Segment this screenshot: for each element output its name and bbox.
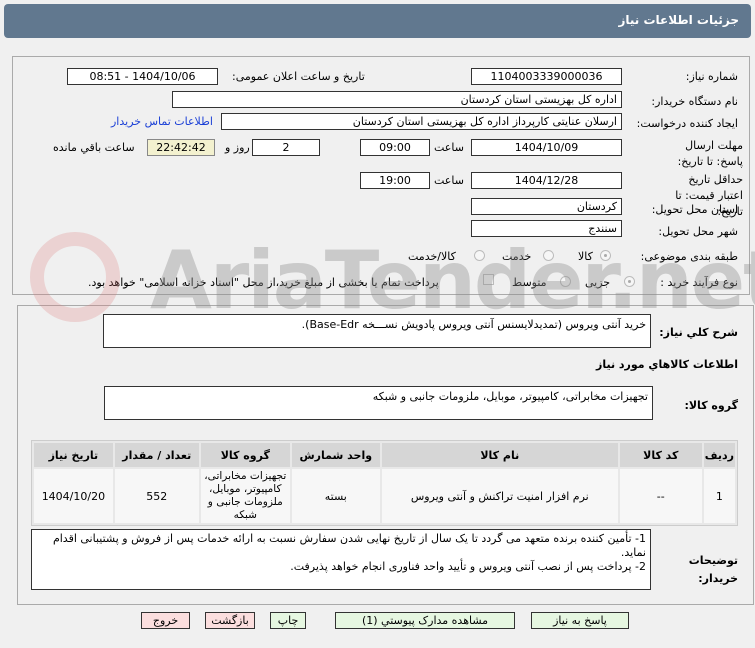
col-row: ردیف [703, 443, 735, 467]
creator-label: ایجاد کننده درخواست: [636, 117, 738, 130]
deadline-label: مهلت ارسال پاسخ: تا تاریخ: [677, 139, 743, 168]
cell-row: 1 [703, 469, 735, 523]
exit-button[interactable]: خروج [141, 612, 190, 629]
deadline-time-field[interactable]: 09:00 [360, 139, 430, 156]
col-group: گروه کالا [200, 443, 290, 467]
treasury-payment-checkbox[interactable] [483, 274, 494, 285]
note-2: 2- پرداخت پس از نصب آنتی ویروس و تأیید و… [290, 560, 646, 573]
province-field[interactable]: کردستان [471, 198, 622, 215]
process-radio-medium[interactable] [560, 276, 571, 287]
process-radio-minor[interactable] [624, 276, 635, 287]
group-label: گروه کالا: [684, 399, 738, 412]
creator-field[interactable]: ارسلان عنایتی کارپرداز اداره کل بهزیستی … [221, 113, 622, 130]
cell-date: 1404/10/20 [34, 469, 113, 523]
process-option-medium: متوسط [512, 276, 547, 289]
col-date: تاریخ نیاز [34, 443, 113, 467]
validity-date-field[interactable]: 1404/12/28 [471, 172, 622, 189]
col-qty: تعداد / مقدار [114, 443, 199, 467]
category-option-both: کالا/خدمت [408, 250, 456, 263]
days-remaining-field: 2 [252, 139, 320, 156]
view-attachments-button[interactable]: مشاهده مدارک پیوستي (1) [335, 612, 515, 629]
cell-qty: 552 [114, 469, 199, 523]
col-name: نام کالا [381, 443, 618, 467]
remaining-label: ساعت باقي مانده [53, 141, 135, 154]
category-label: طبقه بندی موضوعی: [640, 250, 738, 263]
col-unit: واحد شمارش [291, 443, 380, 467]
buyer-field[interactable]: اداره کل بهزیستی استان کردستان [172, 91, 622, 108]
category-radio-service[interactable] [543, 250, 554, 261]
back-button[interactable]: بازگشت [205, 612, 255, 629]
category-radio-goods[interactable] [600, 250, 611, 261]
category-radio-both[interactable] [474, 250, 485, 261]
page-header: جزئیات اطلاعات نیاز [4, 4, 751, 38]
goods-section-title: اطلاعات کالاهاي مورد نیاز [596, 358, 738, 371]
process-label: نوع فرآیند خرید : [660, 276, 738, 289]
table-row: 1 -- نرم افزار امنیت تراکنش و آنتی ویروس… [34, 469, 735, 523]
cell-code: -- [619, 469, 702, 523]
remaining-time-field: 22:42:42 [147, 139, 215, 156]
reply-button[interactable]: پاسخ به نیاز [531, 612, 629, 629]
city-field[interactable]: سنندج [471, 220, 622, 237]
validity-time-field[interactable]: 19:00 [360, 172, 430, 189]
validity-time-label: ساعت [434, 174, 464, 187]
goods-table-wrap: ردیف کد کالا نام کالا واحد شمارش گروه کا… [31, 440, 738, 526]
page-title: جزئیات اطلاعات نیاز [618, 13, 739, 27]
need-number-label: شماره نیاز: [685, 70, 738, 83]
category-option-service: خدمت [502, 250, 532, 263]
announce-field[interactable]: 1404/10/06 - 08:51 [67, 68, 218, 85]
col-code: کد کالا [619, 443, 702, 467]
province-label: استان محل تحویل: [651, 203, 738, 216]
category-option-goods: کالا [578, 250, 593, 263]
payment-note: پرداخت تمام یا بخشی از مبلغ خرید،از محل … [88, 276, 439, 289]
description-label: شرح کلي نیاز: [659, 326, 738, 339]
process-option-minor: جزیی [585, 276, 611, 289]
goods-table: ردیف کد کالا نام کالا واحد شمارش گروه کا… [31, 440, 738, 526]
cell-group: تجهیزات مخابراتی، کامپیوتر، موبایل، ملزو… [200, 469, 290, 523]
note-1: 1- تأمین کننده برنده متعهد می گردد تا یک… [52, 532, 646, 559]
notes-label: توضیحات خریدار: [688, 554, 738, 585]
deadline-date-field[interactable]: 1404/10/09 [471, 139, 622, 156]
deadline-time-label: ساعت [434, 141, 464, 154]
days-label: روز و [225, 141, 250, 154]
need-number-field[interactable]: 1104003339000036 [471, 68, 622, 85]
cell-unit: بسته [291, 469, 380, 523]
group-textarea[interactable]: تجهیزات مخابراتی، کامپیوتر، موبایل، ملزو… [104, 386, 653, 420]
table-header-row: ردیف کد کالا نام کالا واحد شمارش گروه کا… [34, 443, 735, 467]
city-label: شهر محل تحویل: [658, 225, 738, 238]
announce-label: تاریخ و ساعت اعلان عمومی: [232, 70, 365, 83]
print-button[interactable]: چاپ [270, 612, 306, 629]
description-textarea[interactable]: خرید آنتی ویروس (تمدیدلایسنس آنتی ویروس … [103, 314, 651, 348]
notes-textarea[interactable]: 1- تأمین کننده برنده متعهد می گردد تا یک… [31, 529, 651, 590]
buyer-contact-link[interactable]: اطلاعات تماس خریدار [111, 115, 213, 128]
buyer-label: نام دستگاه خریدار: [651, 95, 738, 108]
cell-name: نرم افزار امنیت تراکنش و آنتی ویروس [381, 469, 618, 523]
